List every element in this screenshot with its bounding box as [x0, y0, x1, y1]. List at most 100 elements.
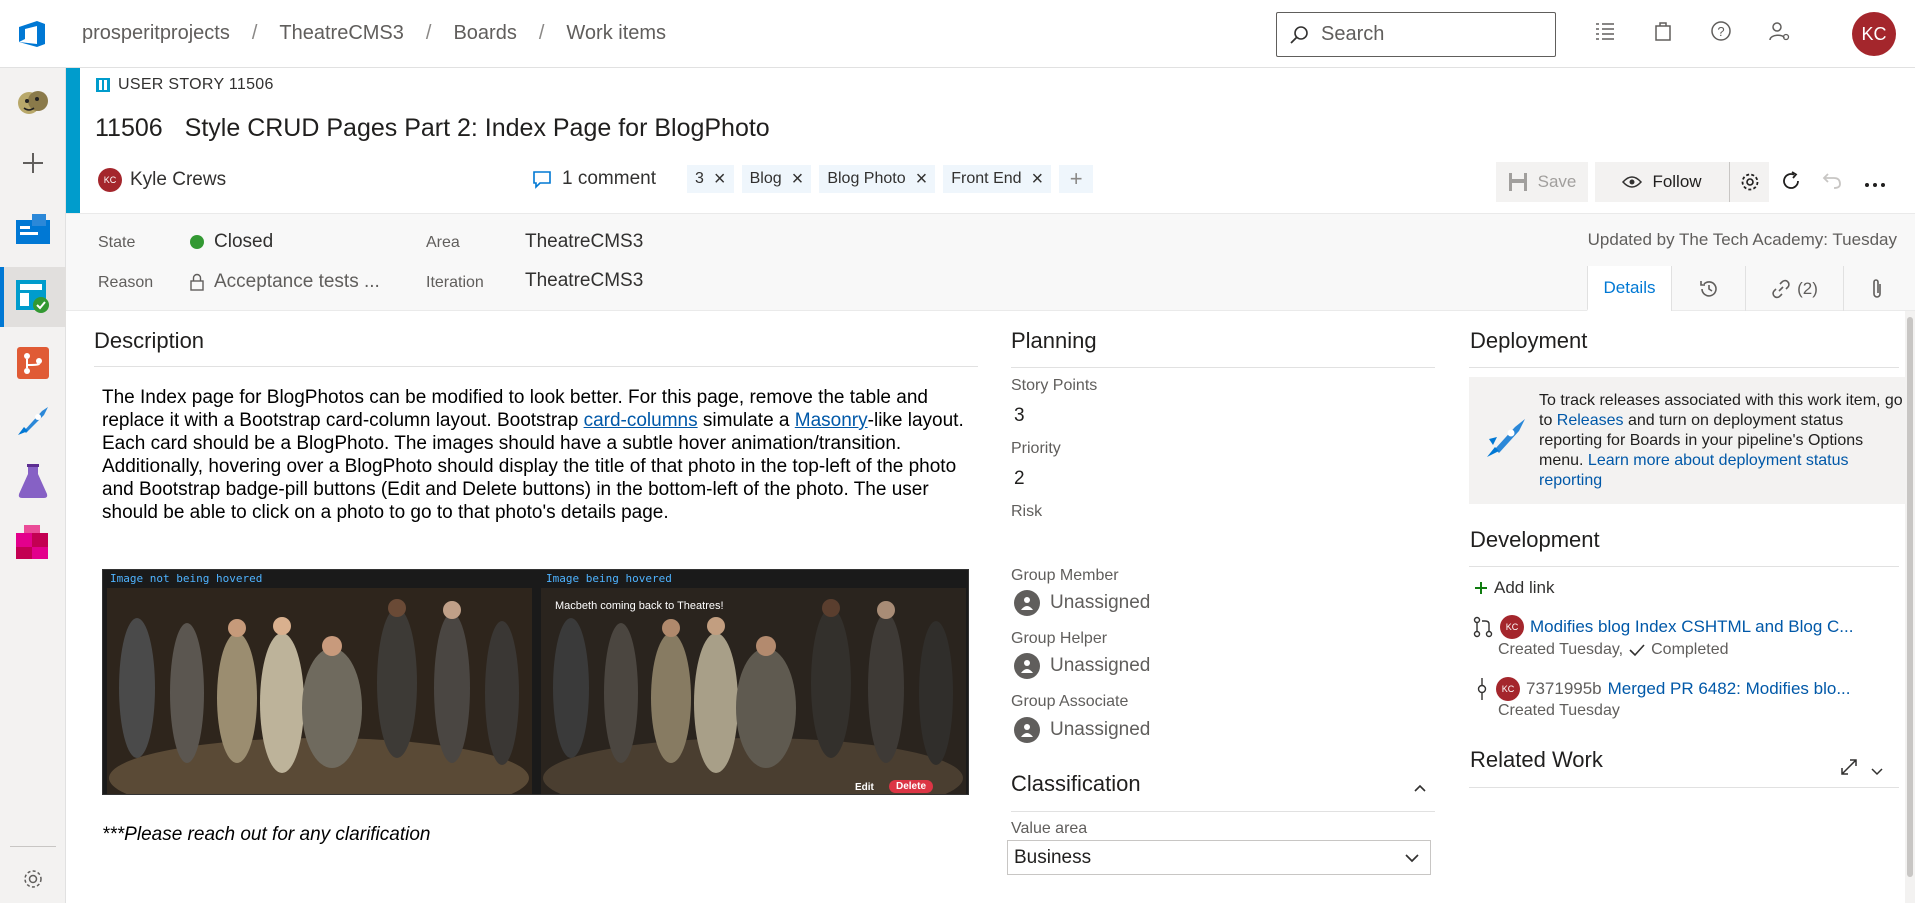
tab-history[interactable]	[1671, 266, 1745, 311]
expand-icon[interactable]	[1840, 758, 1858, 781]
tab-attachments[interactable]	[1843, 266, 1909, 311]
undo-icon[interactable]	[1822, 170, 1844, 197]
user-settings-icon[interactable]	[1768, 20, 1790, 47]
boards-icon[interactable]	[13, 277, 53, 317]
chevron-down-icon	[1405, 853, 1419, 862]
tag[interactable]: Blog ×	[741, 165, 812, 193]
repos-icon[interactable]	[13, 343, 53, 383]
scrollbar-thumb[interactable]	[1907, 317, 1913, 877]
breadcrumb-project[interactable]: TheatreCMS3	[279, 22, 404, 45]
photo-caption: Macbeth coming back to Theatres!	[555, 600, 724, 612]
test-plans-icon[interactable]	[13, 461, 53, 501]
assignee-name[interactable]: Kyle Crews	[130, 169, 226, 191]
marketplace-bag-icon[interactable]	[1652, 20, 1674, 47]
description-text: simulate a	[697, 410, 795, 431]
tag[interactable]: 3 ×	[687, 165, 734, 193]
overview-icon[interactable]	[13, 209, 53, 249]
remove-tag-icon[interactable]: ×	[714, 168, 726, 191]
masonry-link[interactable]: Masonry	[795, 410, 868, 431]
story-points-value[interactable]: 3	[1014, 405, 1025, 427]
commit-link[interactable]: KC 7371995b Merged PR 6482: Modifies blo…	[1474, 677, 1851, 701]
chevron-down-icon[interactable]	[1871, 763, 1883, 781]
card-columns-link[interactable]: card-columns	[584, 410, 698, 431]
remove-tag-icon[interactable]: ×	[792, 168, 804, 191]
artifacts-icon[interactable]	[13, 522, 53, 562]
work-item-settings-gear-icon[interactable]	[1729, 162, 1769, 202]
group-associate-value: Unassigned	[1050, 719, 1151, 740]
add-tag-button[interactable]: +	[1059, 165, 1094, 193]
work-item-tabs: Details (2)	[1587, 266, 1909, 311]
tab-links[interactable]: (2)	[1745, 266, 1843, 311]
comments-link[interactable]: 1 comment	[532, 168, 656, 190]
user-avatar[interactable]: KC	[1852, 12, 1896, 56]
pull-request-link[interactable]: KC Modifies blog Index CSHTML and Blog C…	[1472, 615, 1853, 639]
description-body[interactable]: The Index page for BlogPhotos can be mod…	[102, 386, 982, 524]
reason-value: Acceptance tests ...	[214, 271, 380, 292]
search-input[interactable]: Search	[1276, 12, 1556, 57]
risk-field[interactable]	[1011, 525, 1431, 555]
save-disk-icon	[1508, 173, 1527, 191]
reason-label: Reason	[98, 274, 154, 291]
breadcrumb-org[interactable]: prosperitprojects	[82, 22, 230, 45]
development-heading: Development	[1470, 527, 1600, 552]
state-value: Closed	[214, 231, 274, 252]
commit-title[interactable]: Merged PR 6482: Modifies blo...	[1608, 679, 1851, 699]
deployment-info-text: To track releases associated with this w…	[1539, 391, 1909, 491]
remove-tag-icon[interactable]: ×	[1032, 168, 1044, 191]
image-label-hovered: Image being hovered	[546, 572, 672, 585]
group-associate-label: Group Associate	[1011, 693, 1129, 710]
follow-button[interactable]: Follow	[1595, 162, 1729, 202]
iteration-value[interactable]: TheatreCMS3	[525, 270, 643, 292]
commit-meta: Created Tuesday	[1498, 702, 1620, 720]
project-settings-gear-icon[interactable]	[13, 859, 53, 899]
pipelines-rocket-icon	[1483, 417, 1527, 466]
add-link-button[interactable]: Add link	[1474, 578, 1554, 598]
commit-icon	[1477, 678, 1487, 700]
work-item-title[interactable]: 11506 Style CRUD Pages Part 2: Index Page…	[95, 114, 770, 143]
updated-by-text[interactable]: Updated by The Tech Academy: Tuesday	[1588, 230, 1897, 250]
project-avatar-icon[interactable]	[13, 83, 53, 123]
value-area-value: Business	[1014, 846, 1092, 868]
theatre-photo-hovered: Macbeth coming back to Theatres! Edit De…	[541, 588, 966, 794]
group-associate-field[interactable]: Unassigned	[1014, 717, 1150, 743]
breadcrumb-boards[interactable]: Boards	[453, 22, 516, 45]
help-icon[interactable]: ?	[1710, 20, 1732, 47]
tag[interactable]: Front End ×	[943, 165, 1052, 193]
new-plus-icon[interactable]	[13, 143, 53, 183]
group-helper-label: Group Helper	[1011, 630, 1108, 647]
attachment-paperclip-icon	[1872, 278, 1881, 298]
releases-link[interactable]: Releases	[1557, 412, 1624, 429]
classification-heading: Classification	[1011, 771, 1141, 796]
task-list-icon[interactable]	[1594, 20, 1616, 47]
collapse-chevron-up-icon[interactable]	[1413, 780, 1427, 798]
tab-details[interactable]: Details	[1587, 266, 1671, 311]
tag[interactable]: Blog Photo ×	[819, 165, 936, 193]
planning-divider	[1011, 367, 1435, 368]
group-helper-field[interactable]: Unassigned	[1014, 653, 1150, 679]
remove-tag-icon[interactable]: ×	[916, 168, 928, 191]
description-screenshot-image: Image not being hovered Image being hove…	[102, 569, 969, 795]
breadcrumb-separator: /	[425, 22, 432, 44]
area-value[interactable]: TheatreCMS3	[525, 231, 643, 253]
refresh-icon[interactable]	[1780, 170, 1802, 197]
assigned-to-field[interactable]: KC Kyle Crews	[98, 168, 226, 192]
save-button[interactable]: Save	[1496, 162, 1588, 202]
breadcrumb-work-items[interactable]: Work items	[566, 22, 666, 45]
group-member-field[interactable]: Unassigned	[1014, 590, 1150, 616]
rail-divider	[10, 846, 56, 847]
state-closed-dot-icon	[190, 235, 204, 249]
state-field[interactable]: Closed	[190, 231, 273, 253]
group-member-value: Unassigned	[1050, 592, 1151, 613]
azure-devops-logo-icon[interactable]	[17, 18, 49, 50]
pipelines-icon[interactable]	[13, 402, 53, 442]
pr-created: Created Tuesday,	[1498, 641, 1624, 658]
value-area-dropdown[interactable]: Business	[1007, 840, 1431, 875]
related-work-heading: Related Work	[1470, 747, 1603, 772]
page-scrollbar[interactable]	[1905, 311, 1915, 903]
more-actions-icon[interactable]	[1864, 175, 1886, 193]
checkmark-icon	[1629, 644, 1645, 657]
priority-value[interactable]: 2	[1014, 468, 1025, 490]
work-item-title-text[interactable]: Style CRUD Pages Part 2: Index Page for …	[185, 114, 770, 142]
pr-author-avatar: KC	[1500, 615, 1524, 639]
pr-title[interactable]: Modifies blog Index CSHTML and Blog C...	[1530, 617, 1853, 637]
